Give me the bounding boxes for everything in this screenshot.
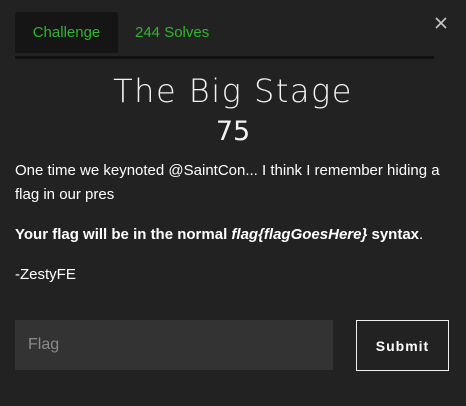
tab-challenge[interactable]: Challenge: [15, 12, 118, 53]
flag-hint-prefix: Your flag will be in the normal: [15, 226, 232, 243]
close-icon[interactable]: [432, 14, 450, 32]
challenge-tabs: Challenge 244 Solves: [15, 12, 434, 59]
tab-solves[interactable]: 244 Solves: [135, 12, 209, 53]
challenge-author: -ZestyFE: [15, 266, 76, 283]
flag-format-hint: Your flag will be in the normal flag{fla…: [15, 223, 455, 247]
submit-button[interactable]: Submit: [356, 320, 449, 371]
flag-input[interactable]: [15, 320, 333, 370]
challenge-points: 75: [215, 116, 251, 147]
flag-hint-period: .: [419, 226, 424, 243]
challenge-title: The Big Stage: [113, 72, 353, 110]
flag-hint-suffix: syntax: [367, 226, 420, 243]
challenge-modal: Challenge 244 Solves The Big Stage 75 On…: [0, 0, 466, 406]
flag-hint-format: flag{flagGoesHere}: [231, 226, 368, 243]
challenge-description: One time we keynoted @SaintCon... I thin…: [15, 162, 440, 203]
